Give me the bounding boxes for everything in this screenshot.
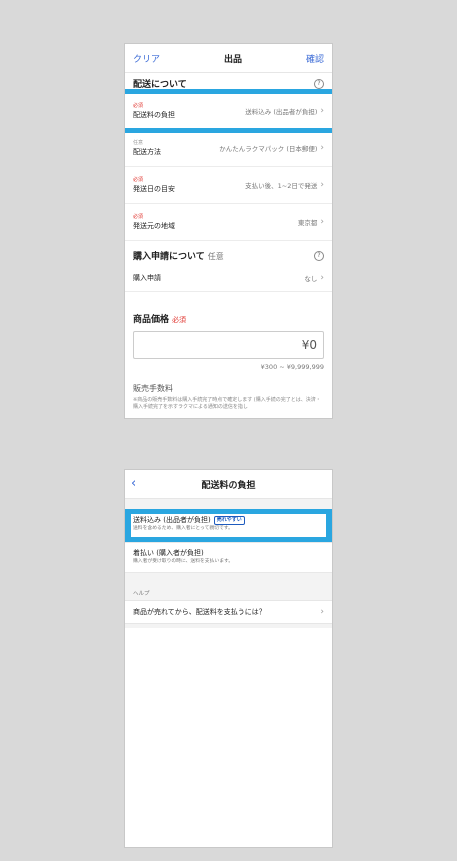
clear-button[interactable]: クリア xyxy=(133,52,160,65)
row-value: かんたんラクマパック (日本郵便) xyxy=(219,145,318,153)
optional-tag: 任意 xyxy=(207,252,224,261)
option-description: 購入者が受け取りの時に、送料を支払います。 xyxy=(133,559,234,564)
required-tag: 必須 xyxy=(133,102,144,109)
back-chevron-icon[interactable]: ‹ xyxy=(131,476,136,491)
chevron-right-icon: › xyxy=(320,217,324,227)
price-value: ¥0 xyxy=(301,338,317,352)
listing-screen: クリア 出品 確認 配送について ? 必須 配送料の負担 送料込み (出品者が負… xyxy=(124,43,333,419)
option-description: 送料を含めるため、購入者にとって親切です。 xyxy=(133,526,233,531)
ship-date-row[interactable]: 必須 発送日の目安 支払い後、1~2日で発送 › xyxy=(125,167,332,204)
ship-from-region-row[interactable]: 必須 発送元の地域 東京都 › xyxy=(125,204,332,241)
purchase-section-title: 購入申請について xyxy=(133,252,205,262)
row-label: 発送日の目安 xyxy=(133,184,175,193)
page-title: 配送料の負担 xyxy=(201,480,256,491)
required-tag: 必須 xyxy=(133,213,144,220)
shipping-fee-screen: ‹ 配送料の負担 送料込み (出品者が負担) 売れやすい 送料を含めるため、購入… xyxy=(124,469,333,848)
chevron-right-icon: › xyxy=(320,143,324,153)
shipping-fee-burden-row[interactable]: 必須 配送料の負担 送料込み (出品者が負担) › xyxy=(125,89,332,133)
row-label: 購入申請 xyxy=(133,274,161,282)
option-seller-pays[interactable]: 送料込み (出品者が負担) 売れやすい 送料を含めるため、購入者にとって親切です… xyxy=(125,509,332,543)
row-value: 送料込み (出品者が負担) xyxy=(245,108,318,116)
help-icon[interactable]: ? xyxy=(314,78,324,89)
row-label: 配送方法 xyxy=(133,147,161,156)
row-value: 支払い後、1~2日で発送 xyxy=(245,182,318,190)
row-label: 発送元の地域 xyxy=(133,221,175,230)
sells-well-badge: 売れやすい xyxy=(213,515,245,525)
option-title: 送料込み (出品者が負担) xyxy=(133,516,211,524)
help-item-shipping-payment[interactable]: 商品が売れてから、配送料を支払うには？ › xyxy=(125,600,332,624)
sales-fee-title: 販売手数料 xyxy=(133,384,173,393)
price-section-header: 商品価格 必須 xyxy=(125,312,332,325)
price-input[interactable]: ¥0 xyxy=(133,331,324,359)
listing-nav-bar: クリア 出品 確認 xyxy=(125,44,332,73)
confirm-button[interactable]: 確認 xyxy=(306,52,324,65)
row-value: なし xyxy=(304,275,318,283)
shipping-method-row[interactable]: 任意 配送方法 かんたんラクマパック (日本郵便) › xyxy=(125,130,332,167)
help-item-label: 商品が売れてから、配送料を支払うには？ xyxy=(133,608,266,616)
chevron-right-icon: › xyxy=(320,273,324,283)
row-value: 東京都 xyxy=(297,219,318,227)
option-buyer-pays[interactable]: 着払い (購入者が負担) 購入者が受け取りの時に、送料を支払います。 xyxy=(125,543,332,573)
chevron-right-icon: › xyxy=(320,106,324,116)
page-title: 出品 xyxy=(223,54,242,65)
purchase-request-section-header: 購入申請について 任意 ? xyxy=(125,241,332,265)
help-section-header: ヘルプ xyxy=(133,591,150,597)
option-title: 着払い (購入者が負担) xyxy=(133,549,204,557)
required-tag: 必須 xyxy=(172,316,187,324)
empty-area xyxy=(125,628,332,847)
required-tag: 必須 xyxy=(133,176,144,183)
price-title: 商品価格 xyxy=(133,315,170,325)
sales-fee-note: ※商品の販売手数料は購入手続完了時点で確定します (購入手続の完了とは、決済・購… xyxy=(133,397,321,410)
help-icon[interactable]: ? xyxy=(314,250,324,261)
optional-tag: 任意 xyxy=(133,139,144,146)
row-label: 配送料の負担 xyxy=(133,110,175,119)
purchase-request-row[interactable]: 購入申請 なし › xyxy=(125,265,332,292)
chevron-right-icon: › xyxy=(320,180,324,190)
chevron-right-icon: › xyxy=(320,607,324,617)
price-range: ¥300 ~ ¥9,999,999 xyxy=(260,363,324,371)
shipping-fee-nav-bar: ‹ 配送料の負担 xyxy=(125,470,332,499)
